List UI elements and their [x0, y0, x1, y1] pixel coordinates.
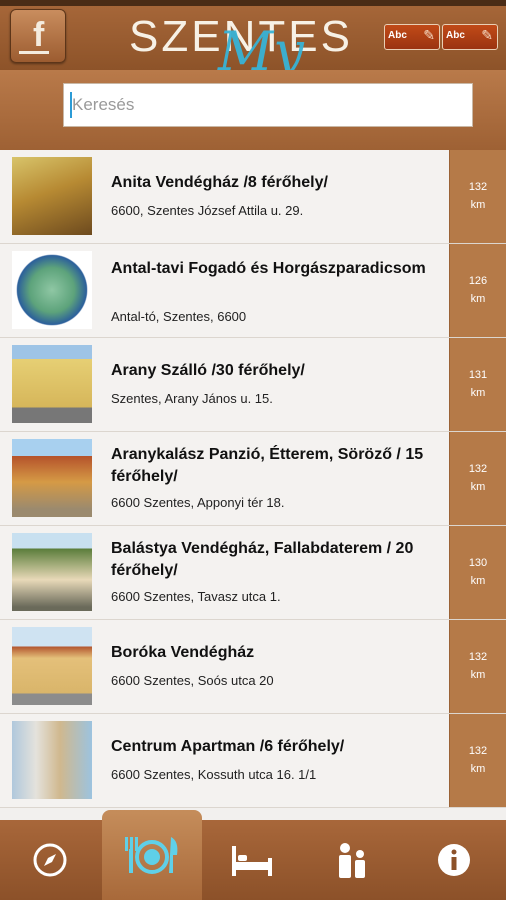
app-header: f SZENTES My Abc ✎ Abc ✎: [0, 0, 506, 83]
item-address: 6600 Szentes, Apponyi tér 18.: [111, 495, 285, 510]
item-photo: [12, 157, 92, 235]
nav-accommodation[interactable]: [202, 820, 302, 900]
item-distance[interactable]: 132 km: [449, 620, 506, 713]
font-label: Abc: [388, 30, 407, 41]
facebook-button[interactable]: f: [10, 9, 66, 63]
nav-compass[interactable]: [0, 820, 100, 900]
distance-text: 131 km: [468, 369, 488, 399]
list-item[interactable]: Anita Vendégház /8 férőhely/ 6600, Szent…: [0, 150, 506, 244]
item-address: 6600 Szentes, Tavasz utca 1.: [111, 589, 281, 604]
distance-text: 132 km: [468, 651, 488, 681]
item-photo: [12, 439, 92, 517]
item-name: Anita Vendégház /8 férőhely/: [111, 174, 328, 191]
item-address: Szentes, Arany János u. 15.: [111, 391, 273, 406]
list-item[interactable]: Centrum Apartman /6 férőhely/ 6600 Szent…: [0, 714, 506, 808]
item-name: Aranykalász Panzió, Étterem, Söröző / 15…: [111, 446, 424, 485]
list-item[interactable]: Antal-tavi Fogadó és Horgászparadicsom A…: [0, 244, 506, 338]
item-distance[interactable]: 131 km: [449, 338, 506, 431]
item-photo: [12, 627, 92, 705]
item-photo: [12, 251, 92, 329]
item-address: 6600 Szentes, Soós utca 20: [111, 673, 274, 688]
list-item[interactable]: Balástya Vendégház, Fallabdaterem / 20 f…: [0, 526, 506, 620]
nav-info[interactable]: [404, 820, 504, 900]
item-name: Boróka Vendégház: [111, 644, 255, 661]
bed-icon: [232, 846, 272, 876]
search-input[interactable]: [64, 84, 472, 126]
item-name: Antal-tavi Fogadó és Horgászparadicsom: [111, 260, 426, 277]
item-distance[interactable]: 132 km: [449, 432, 506, 525]
item-photo: [12, 721, 92, 799]
item-photo: [12, 345, 92, 423]
compass-icon: [33, 843, 67, 877]
list-item[interactable]: Boróka Vendégház 6600 Szentes, Soós utca…: [0, 620, 506, 714]
text-cursor: [70, 92, 72, 118]
item-distance[interactable]: 132 km: [449, 150, 506, 243]
distance-text: 132 km: [468, 745, 488, 775]
font-label: Abc: [446, 30, 465, 41]
family-icon: [339, 843, 365, 878]
bottom-nav: [0, 810, 506, 900]
distance-text: 132 km: [468, 181, 488, 211]
item-address: 6600, Szentes József Attila u. 29.: [111, 203, 304, 218]
item-address: Antal-tó, Szentes, 6600: [111, 309, 247, 324]
pen-icon: ✎: [423, 28, 435, 44]
item-name: Arany Szálló /30 férőhely/: [111, 362, 305, 379]
nav-restaurant[interactable]: [102, 810, 202, 900]
item-name: Centrum Apartman /6 férőhely/: [111, 738, 345, 755]
app-logo: SZENTES My: [126, 6, 356, 83]
search-box[interactable]: [63, 83, 473, 127]
nav-programs[interactable]: [302, 820, 402, 900]
item-name: Balástya Vendégház, Fallabdaterem / 20 f…: [111, 540, 414, 579]
font-increase-button[interactable]: Abc ✎: [442, 24, 498, 50]
accommodation-list[interactable]: Anita Vendégház /8 férőhely/ 6600, Szent…: [0, 150, 506, 820]
item-distance[interactable]: 126 km: [449, 244, 506, 337]
distance-text: 130 km: [468, 557, 488, 587]
font-decrease-button[interactable]: Abc ✎: [384, 24, 440, 50]
pen-icon: ✎: [481, 28, 493, 44]
list-item[interactable]: Arany Szálló /30 férőhely/ Szentes, Aran…: [0, 338, 506, 432]
distance-text: 126 km: [468, 275, 488, 305]
distance-text: 132 km: [468, 463, 488, 493]
facebook-icon: f: [33, 16, 45, 54]
item-photo: [12, 533, 92, 611]
item-distance[interactable]: 130 km: [449, 526, 506, 619]
item-distance[interactable]: 132 km: [449, 714, 506, 807]
item-address: 6600 Szentes, Kossuth utca 16. 1/1: [111, 767, 317, 782]
list-item[interactable]: Aranykalász Panzió, Étterem, Söröző / 15…: [0, 432, 506, 526]
info-icon: [438, 844, 470, 876]
restaurant-icon: [125, 837, 178, 874]
